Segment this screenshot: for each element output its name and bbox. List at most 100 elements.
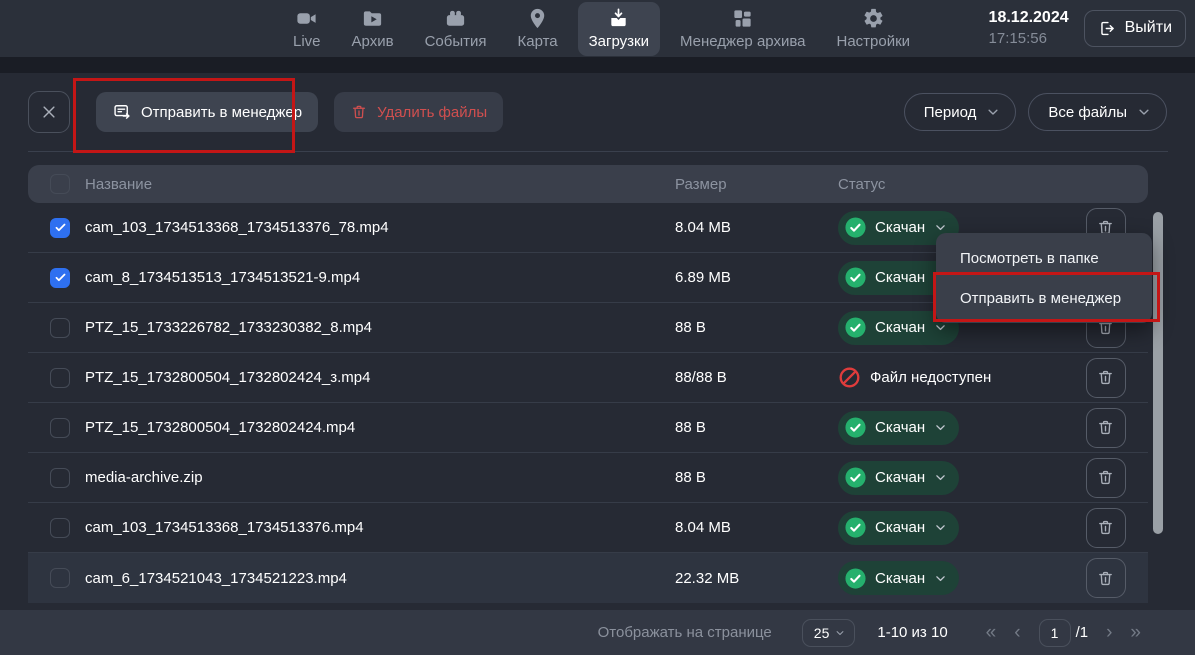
logout-label: Выйти — [1125, 19, 1172, 37]
toolbar-divider — [28, 151, 1168, 152]
header-size: Размер — [675, 176, 838, 193]
chevron-down-icon — [933, 520, 948, 535]
check-circle-icon — [844, 266, 867, 289]
file-name: cam_6_1734521043_1734521223.mp4 — [85, 570, 675, 587]
check-circle-icon — [844, 416, 867, 439]
delete-row-button[interactable] — [1086, 508, 1126, 548]
delete-row-button[interactable] — [1086, 358, 1126, 398]
check-circle-icon — [844, 466, 867, 489]
chevron-down-icon — [933, 571, 948, 586]
total-pages-label: /1 — [1076, 624, 1089, 641]
nav-item-live[interactable]: Live — [282, 2, 332, 56]
first-page-button[interactable]: « — [986, 623, 997, 642]
delete-row-button[interactable] — [1086, 408, 1126, 448]
file-size: 8.04 MB — [675, 219, 838, 236]
datetime-display: 18.12.2024 17:15:56 — [989, 8, 1069, 48]
file-name: cam_103_1734513368_1734513376.mp4 — [85, 519, 675, 536]
nav-item-downloads[interactable]: Загрузки — [578, 2, 660, 56]
clear-selection-button[interactable] — [28, 91, 70, 133]
menu-item-view-in-folder[interactable]: Посмотреть в папке — [936, 238, 1152, 278]
check-circle-icon — [844, 567, 867, 590]
chevron-down-icon — [985, 104, 1001, 120]
pager: « ‹ 1 /1 › » — [986, 619, 1141, 647]
file-name: PTZ_15_1733226782_1733230382_8.mp4 — [85, 319, 675, 336]
table-row[interactable]: cam_6_1734521043_1734521223.mp4 22.32 MB… — [28, 553, 1148, 603]
status-badge[interactable]: Скачан — [838, 461, 959, 495]
close-icon — [40, 103, 58, 121]
table-header-row: Название Размер Статус — [28, 165, 1148, 203]
logout-icon — [1098, 19, 1117, 38]
logout-button[interactable]: Выйти — [1084, 10, 1186, 47]
topbar-shadow-strip — [0, 57, 1195, 73]
period-filter-dropdown[interactable]: Период — [904, 93, 1017, 131]
nav-label: Менеджер архива — [680, 33, 805, 50]
chevron-down-icon — [933, 470, 948, 485]
row-checkbox[interactable] — [50, 318, 70, 338]
range-label: 1-10 из 10 — [877, 624, 947, 641]
trash-icon — [350, 103, 368, 121]
send-to-manager-button[interactable]: Отправить в менеджер — [96, 92, 318, 132]
delete-row-button[interactable] — [1086, 558, 1126, 598]
nav-label: Загрузки — [589, 33, 649, 50]
last-page-button[interactable]: » — [1130, 623, 1141, 642]
row-checkbox[interactable] — [50, 368, 70, 388]
status-badge[interactable]: Скачан — [838, 511, 959, 545]
status-badge[interactable]: Скачан — [838, 561, 959, 595]
chevron-down-icon — [1136, 104, 1152, 120]
double-chevron-right-icon: » — [1130, 622, 1141, 643]
nav-label: Архив — [352, 33, 394, 50]
row-checkbox[interactable] — [50, 268, 70, 288]
per-page-select[interactable]: 25 — [802, 619, 856, 647]
file-size: 88 B — [675, 419, 838, 436]
checkmark-icon — [54, 221, 67, 234]
file-name: media-archive.zip — [85, 469, 675, 486]
double-chevron-left-icon: « — [986, 622, 997, 643]
gear-icon — [860, 7, 886, 30]
file-size: 8.04 MB — [675, 519, 838, 536]
check-circle-icon — [844, 516, 867, 539]
select-all-checkbox[interactable] — [50, 174, 70, 194]
trash-icon — [1096, 418, 1115, 437]
row-checkbox[interactable] — [50, 568, 70, 588]
file-type-filter-dropdown[interactable]: Все файлы — [1028, 93, 1167, 131]
selection-toolbar: Отправить в менеджер Удалить файлы Перио… — [0, 73, 1195, 151]
menu-item-send-to-manager[interactable]: Отправить в менеджер — [936, 278, 1152, 318]
trash-icon — [1096, 468, 1115, 487]
chevron-left-icon: ‹ — [1014, 622, 1020, 643]
delete-row-button[interactable] — [1086, 458, 1126, 498]
file-size: 88 B — [675, 319, 838, 336]
prev-page-button[interactable]: ‹ — [1014, 623, 1020, 642]
next-page-button[interactable]: › — [1106, 623, 1112, 642]
nav-item-settings[interactable]: Настройки — [825, 2, 921, 56]
nav-label: Live — [293, 33, 321, 50]
table-row[interactable]: PTZ_15_1732800504_1732802424_з.mp4 88/88… — [28, 353, 1148, 403]
chevron-down-icon — [933, 420, 948, 435]
per-page-label: Отображать на странице — [598, 624, 772, 641]
file-size: 88/88 B — [675, 369, 838, 386]
nav-label: Настройки — [836, 33, 910, 50]
table-row[interactable]: cam_103_1734513368_1734513376.mp4 8.04 M… — [28, 503, 1148, 553]
file-size: 6.89 MB — [675, 269, 838, 286]
nav-item-archive-manager[interactable]: Менеджер архива — [669, 2, 816, 56]
row-checkbox[interactable] — [50, 518, 70, 538]
status-badge[interactable]: Скачан — [838, 411, 959, 445]
blocked-icon — [838, 366, 861, 389]
delete-files-button[interactable]: Удалить файлы — [334, 92, 503, 132]
video-camera-icon — [294, 7, 320, 30]
nav-item-map[interactable]: Карта — [506, 2, 568, 56]
checkmark-icon — [54, 271, 67, 284]
vertical-scrollbar-thumb[interactable] — [1153, 212, 1163, 534]
row-checkbox[interactable] — [50, 468, 70, 488]
header-status: Статус — [838, 176, 1063, 193]
trash-icon — [1096, 569, 1115, 588]
row-checkbox[interactable] — [50, 418, 70, 438]
nav-item-archive[interactable]: Архив — [341, 2, 405, 56]
header-name: Название — [85, 176, 675, 193]
check-circle-icon — [844, 216, 867, 239]
nav-label: Карта — [517, 33, 557, 50]
table-row[interactable]: PTZ_15_1732800504_1732802424.mp4 88 B Ск… — [28, 403, 1148, 453]
nav-item-events[interactable]: События — [414, 2, 498, 56]
current-page-input[interactable]: 1 — [1039, 619, 1071, 647]
table-row[interactable]: media-archive.zip 88 B Скачан — [28, 453, 1148, 503]
row-checkbox[interactable] — [50, 218, 70, 238]
